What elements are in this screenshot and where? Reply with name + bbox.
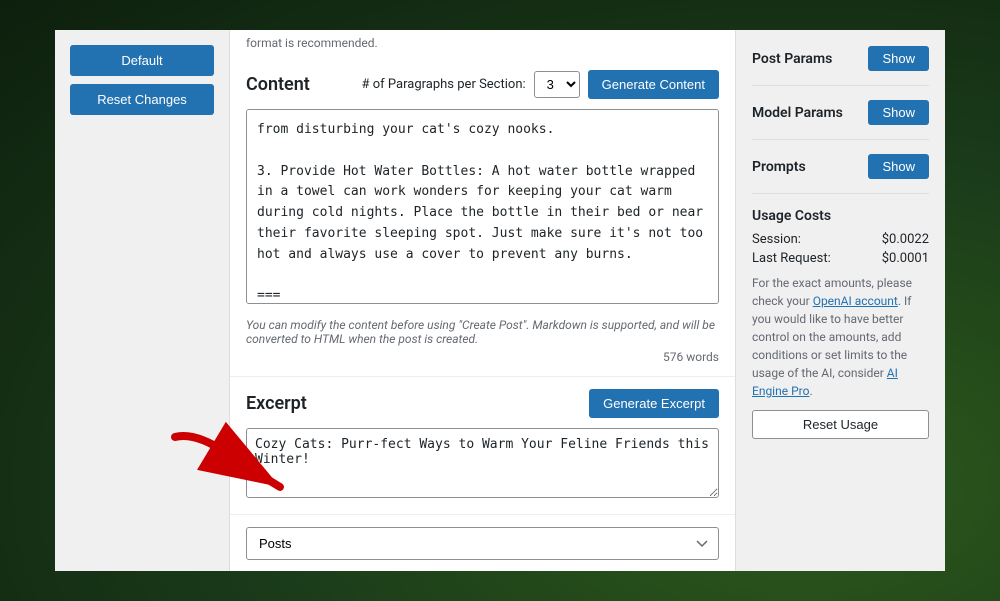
- prompts-label: Prompts: [752, 159, 806, 175]
- prompts-show-button[interactable]: Show: [868, 154, 929, 179]
- openai-account-link[interactable]: OpenAI account: [813, 294, 898, 308]
- last-request-row: Last Request: $0.0001: [752, 251, 929, 266]
- paragraphs-select[interactable]: 3 1 2 4 5: [534, 71, 580, 98]
- excerpt-title: Excerpt: [246, 393, 307, 414]
- content-textarea[interactable]: from disturbing your cat's cozy nooks. 3…: [246, 109, 719, 304]
- generate-excerpt-button[interactable]: Generate Excerpt: [589, 389, 719, 418]
- model-params-label: Model Params: [752, 105, 843, 121]
- prompts-row: Prompts Show: [752, 154, 929, 194]
- excerpt-section: Excerpt Generate Excerpt Cozy Cats: Purr…: [230, 377, 735, 515]
- post-params-show-button[interactable]: Show: [868, 46, 929, 71]
- model-params-show-button[interactable]: Show: [868, 100, 929, 125]
- usage-note: For the exact amounts, please check your…: [752, 274, 929, 400]
- session-value: $0.0022: [882, 232, 929, 247]
- content-helper-text: You can modify the content before using …: [246, 318, 719, 346]
- excerpt-textarea[interactable]: Cozy Cats: Purr-fect Ways to Warm Your F…: [246, 428, 719, 498]
- post-type-section: Posts Pages: [230, 515, 735, 571]
- format-hint: format is recommended.: [230, 30, 735, 58]
- left-panel: Default Reset Changes: [55, 30, 230, 571]
- main-card: Default Reset Changes format is recommen…: [55, 30, 945, 571]
- usage-costs-section: Usage Costs Session: $0.0022 Last Reques…: [752, 208, 929, 439]
- center-panel: format is recommended. Content # of Para…: [230, 30, 735, 571]
- right-sidebar: Post Params Show Model Params Show Promp…: [735, 30, 945, 571]
- content-section: Content # of Paragraphs per Section: 3 1…: [230, 58, 735, 377]
- excerpt-header: Excerpt Generate Excerpt: [246, 389, 719, 418]
- generate-content-button[interactable]: Generate Content: [588, 70, 719, 99]
- reset-changes-button[interactable]: Reset Changes: [70, 84, 214, 115]
- post-type-select[interactable]: Posts Pages: [246, 527, 719, 560]
- last-request-label: Last Request:: [752, 251, 831, 266]
- paragraphs-label: # of Paragraphs per Section:: [362, 77, 526, 92]
- content-title: Content: [246, 74, 310, 95]
- session-label: Session:: [752, 232, 801, 247]
- model-params-row: Model Params Show: [752, 100, 929, 140]
- paragraphs-control: # of Paragraphs per Section: 3 1 2 4 5 G…: [362, 70, 719, 99]
- post-params-row: Post Params Show: [752, 46, 929, 86]
- reset-usage-button[interactable]: Reset Usage: [752, 410, 929, 439]
- content-wrapper: from disturbing your cat's cozy nooks. 3…: [246, 109, 719, 308]
- session-row: Session: $0.0022: [752, 232, 929, 247]
- default-button[interactable]: Default: [70, 45, 214, 76]
- post-params-label: Post Params: [752, 51, 832, 67]
- word-count: 576 words: [246, 350, 719, 364]
- last-request-value: $0.0001: [882, 251, 929, 266]
- usage-costs-title: Usage Costs: [752, 208, 929, 224]
- content-header: Content # of Paragraphs per Section: 3 1…: [246, 70, 719, 99]
